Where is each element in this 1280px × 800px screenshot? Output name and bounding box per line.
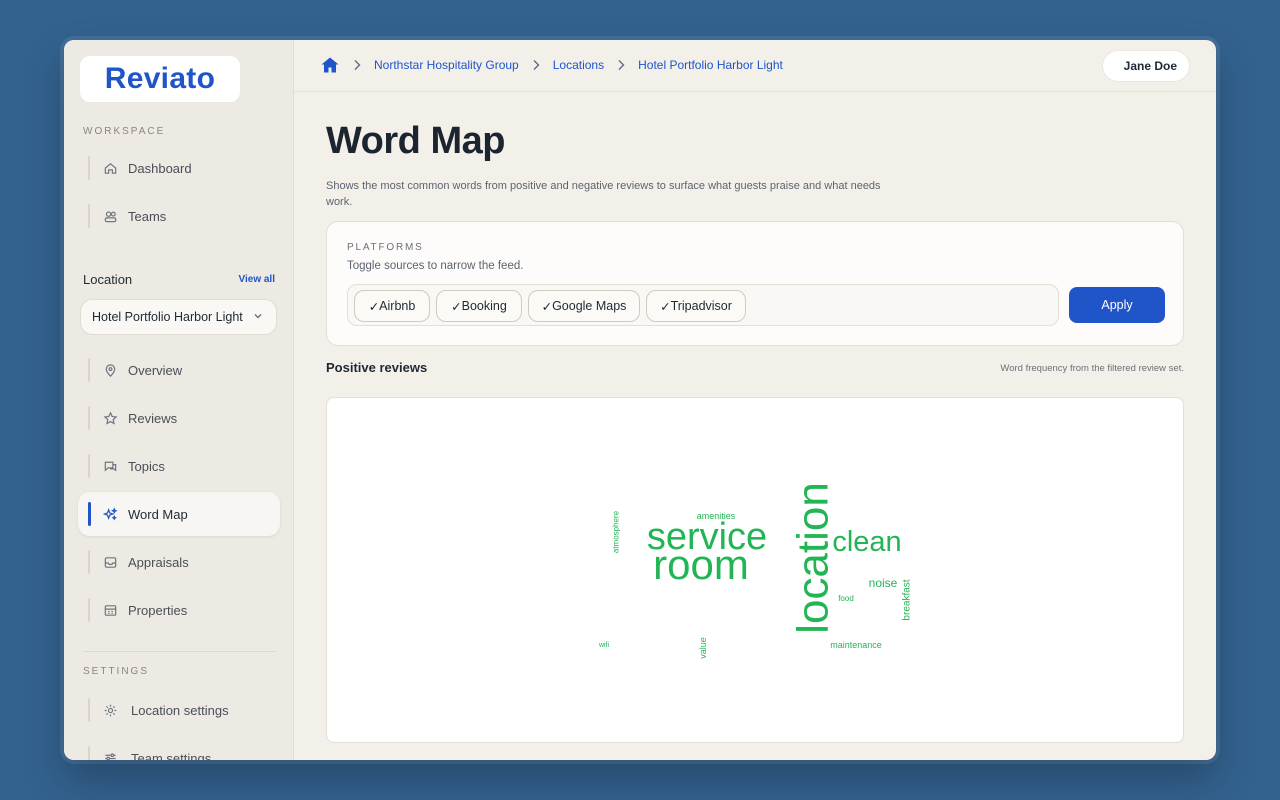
word-cloud-word: room bbox=[653, 541, 749, 588]
platform-chip-tripadvisor[interactable]: ✓ Tripadvisor bbox=[646, 290, 746, 322]
check-icon: ✓ bbox=[451, 299, 462, 314]
page-description: Shows the most common words from positiv… bbox=[326, 180, 881, 208]
check-icon: ✓ bbox=[368, 299, 380, 314]
sidebar-divider bbox=[83, 651, 275, 652]
apply-button[interactable]: Apply bbox=[1069, 287, 1165, 323]
location-select[interactable]: Hotel Portfolio Harbor Light bbox=[80, 299, 277, 335]
sidebar-item-label: Appraisals bbox=[128, 554, 189, 570]
sidebar-item-team-settings[interactable]: Team settings bbox=[78, 736, 280, 760]
positive-reviews-note: Word frequency from the filtered review … bbox=[1000, 363, 1184, 374]
check-icon: ✓ bbox=[660, 299, 671, 314]
platforms-label: PLATFORMS bbox=[347, 242, 424, 253]
platform-chip-airbnb[interactable]: ✓ Airbnb bbox=[354, 290, 430, 322]
platforms-hint: Toggle sources to narrow the feed. bbox=[347, 260, 524, 272]
chat-icon bbox=[102, 458, 118, 474]
sidebar-item-reviews[interactable]: Reviews bbox=[78, 396, 280, 440]
sidebar-item-label: Dashboard bbox=[128, 160, 192, 176]
platform-chip-google-maps[interactable]: ✓ Google Maps bbox=[528, 290, 640, 322]
workspace-section-label: WORKSPACE bbox=[83, 126, 166, 137]
word-cloud-word: wifi bbox=[598, 642, 610, 649]
breadcrumb-link[interactable]: Northstar Hospitality Group bbox=[374, 58, 519, 72]
user-menu[interactable]: Jane Doe bbox=[1102, 50, 1190, 82]
chevron-right-icon bbox=[616, 59, 626, 71]
sliders-icon bbox=[102, 750, 118, 760]
gear-icon bbox=[102, 702, 118, 718]
sidebar-item-label: Location settings bbox=[131, 702, 229, 718]
app-logo[interactable]: Reviato bbox=[80, 56, 240, 102]
sparkles-icon bbox=[102, 506, 118, 522]
top-bar: Northstar Hospitality Group Locations Ho… bbox=[294, 40, 1216, 92]
platform-chip-booking[interactable]: ✓ Booking bbox=[436, 290, 522, 322]
sidebar-item-label: Properties bbox=[128, 602, 188, 618]
sidebar-item-label: Reviews bbox=[128, 410, 178, 426]
word-cloud-panel: service room location clean amenities at… bbox=[326, 397, 1184, 743]
star-icon bbox=[102, 410, 118, 426]
word-cloud-word: location bbox=[789, 482, 838, 634]
map-pin-icon bbox=[102, 362, 118, 378]
sidebar-item-label: Overview bbox=[128, 362, 183, 378]
positive-reviews-title: Positive reviews bbox=[326, 360, 428, 375]
app-window: Reviato WORKSPACE Dashboard Teams Locati… bbox=[64, 40, 1216, 760]
word-cloud: service room location clean amenities at… bbox=[598, 482, 913, 659]
location-title: Location bbox=[83, 272, 133, 287]
view-all-link[interactable]: View all bbox=[238, 274, 275, 285]
sidebar-item-label: Topics bbox=[128, 458, 165, 474]
sidebar-item-teams[interactable]: Teams bbox=[78, 194, 280, 238]
breadcrumb-current[interactable]: Hotel Portfolio Harbor Light bbox=[638, 58, 783, 72]
building-icon bbox=[102, 602, 118, 618]
word-cloud-word: food bbox=[838, 594, 854, 603]
breadcrumb-link[interactable]: Locations bbox=[553, 58, 604, 72]
inbox-icon bbox=[102, 554, 118, 570]
home-icon[interactable] bbox=[320, 56, 340, 74]
chevron-right-icon bbox=[531, 59, 541, 71]
home-icon bbox=[102, 160, 118, 176]
settings-section-label: SETTINGS bbox=[83, 666, 150, 677]
users-icon bbox=[102, 208, 118, 224]
sidebar: Reviato WORKSPACE Dashboard Teams Locati… bbox=[64, 40, 294, 760]
sidebar-item-appraisals[interactable]: Appraisals bbox=[78, 540, 280, 584]
check-icon: ✓ bbox=[541, 299, 553, 314]
word-cloud-word: atmosphere bbox=[612, 510, 621, 553]
location-select-value: Hotel Portfolio Harbor Light bbox=[92, 310, 243, 324]
breadcrumb: Northstar Hospitality Group Locations Ho… bbox=[320, 56, 783, 74]
page-title: Word Map bbox=[326, 120, 505, 162]
word-cloud-word: clean bbox=[832, 526, 901, 558]
sidebar-item-properties[interactable]: Properties bbox=[78, 588, 280, 632]
sidebar-item-label: Teams bbox=[128, 208, 167, 224]
word-cloud-word: noise bbox=[869, 576, 898, 590]
sidebar-item-overview[interactable]: Overview bbox=[78, 348, 280, 392]
chevron-down-icon bbox=[252, 310, 264, 325]
sidebar-item-word-map[interactable]: Word Map bbox=[78, 492, 280, 536]
sidebar-item-label: Team settings bbox=[131, 750, 212, 761]
word-cloud-word: value bbox=[698, 637, 708, 659]
sidebar-item-dashboard[interactable]: Dashboard bbox=[78, 146, 280, 190]
chevron-right-icon bbox=[352, 59, 362, 71]
location-header: Location View all bbox=[83, 272, 275, 287]
sidebar-item-location-settings[interactable]: Location settings bbox=[78, 688, 280, 732]
word-cloud-word: amenities bbox=[697, 511, 736, 521]
sidebar-item-label: Word Map bbox=[128, 506, 188, 522]
word-cloud-word: maintenance bbox=[830, 640, 882, 650]
platform-chip-group: ✓ Airbnb ✓ Booking ✓ Google Maps ✓ Tripadvis… bbox=[347, 284, 1059, 326]
word-cloud-word: breakfast bbox=[902, 579, 913, 620]
user-name: Jane Doe bbox=[1123, 59, 1177, 73]
sidebar-item-topics[interactable]: Topics bbox=[78, 444, 280, 488]
platforms-filter: PLATFORMS Toggle sources to narrow the f… bbox=[326, 221, 1184, 346]
